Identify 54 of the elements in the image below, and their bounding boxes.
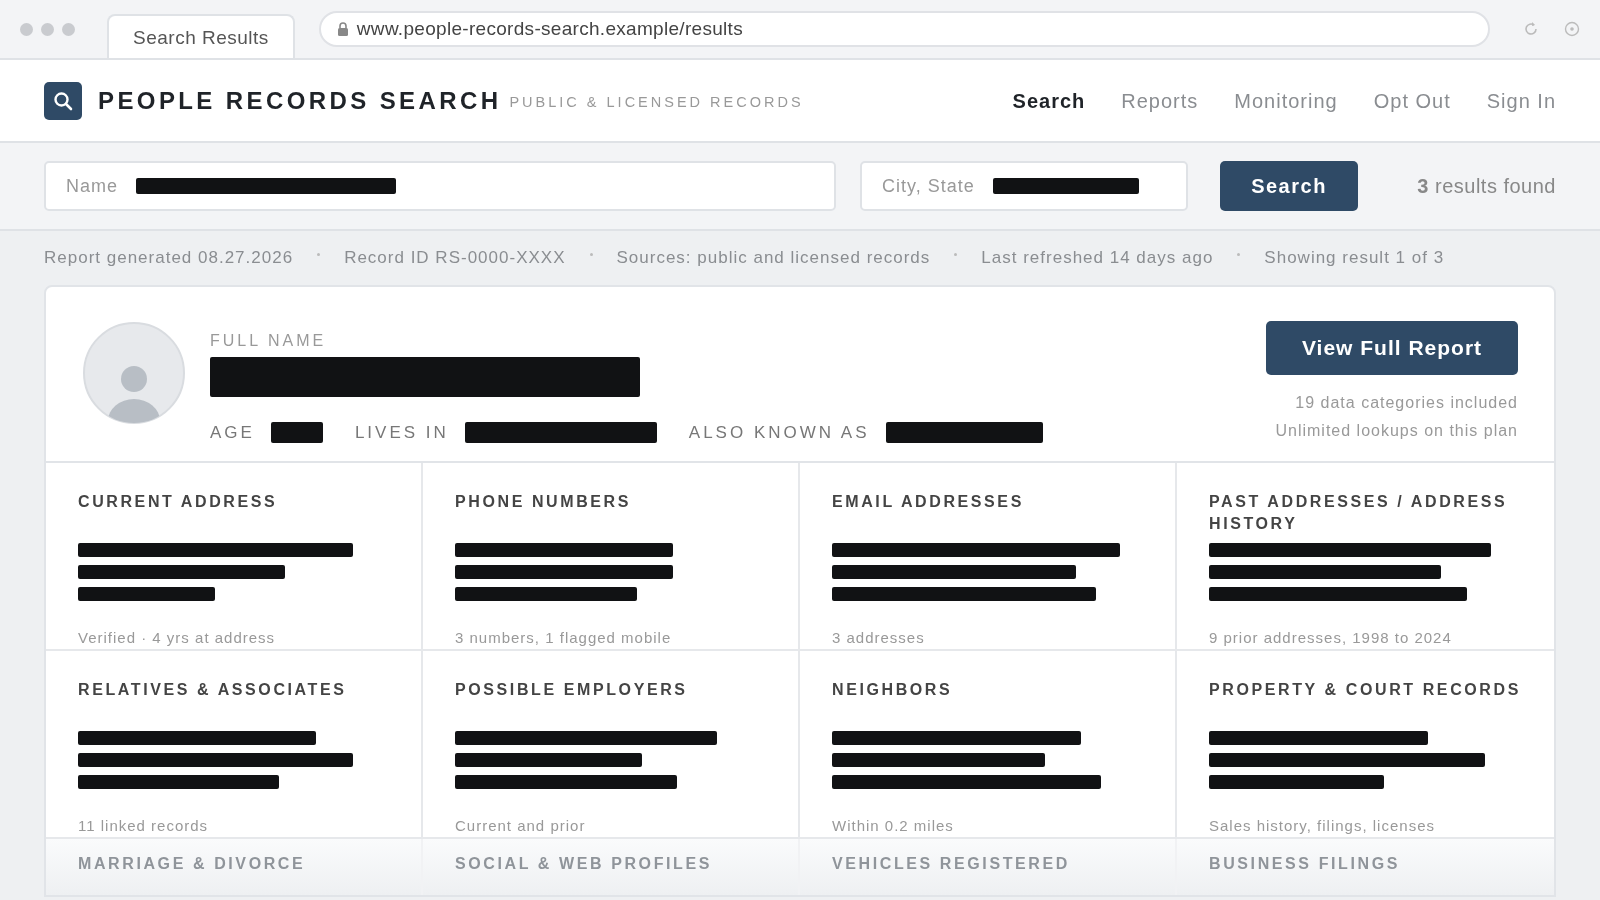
category-note: 9 prior addresses, 1998 to 2024 [1209, 627, 1452, 648]
category-title: PHONE NUMBERS [455, 492, 633, 512]
meta-text: Record ID RS-0000-XXXX [344, 247, 566, 269]
meta-text: Report generated 08.27.2026 [44, 247, 294, 269]
category-title: VEHICLES REGISTERED [832, 854, 1071, 874]
input-field[interactable]: City, State [860, 161, 1188, 211]
reload-icon[interactable] [1522, 20, 1540, 38]
field-label: LIVES IN [353, 422, 449, 444]
field-label: ALSO KNOWN AS [687, 422, 870, 444]
category-title: NEIGHBORS [832, 680, 954, 700]
brand-tagline: PUBLIC & LICENSED RECORDS [509, 92, 804, 112]
nav-link-item[interactable]: Opt Out [1373, 85, 1451, 116]
address-bar[interactable]: www.people-records-search.example/results [318, 11, 1490, 47]
category-title: PROPERTY & COURT RECORDS [1209, 680, 1522, 700]
meta-text: Sources: public and licensed records [616, 247, 931, 269]
input-field[interactable]: Name [44, 161, 836, 211]
circle-icon[interactable] [1564, 21, 1580, 37]
category-note: Verified · 4 yrs at address [78, 627, 276, 648]
window-control-icon[interactable] [62, 22, 75, 36]
brand-title: PEOPLE RECORDS SEARCH [98, 85, 502, 116]
category-title: BUSINESS FILINGS [1209, 854, 1401, 874]
browser-tab[interactable]: Search Results [107, 13, 295, 58]
category-note: Current and prior [455, 815, 586, 836]
window-control-icon[interactable] [41, 22, 54, 36]
category-title: PAST ADDRESSES / ADDRESS HISTORY [1209, 492, 1509, 534]
category-title: RELATIVES & ASSOCIATES [78, 680, 348, 700]
redaction-bar [270, 422, 323, 444]
results-count: 3 results found [1417, 174, 1556, 199]
category-title: EMAIL ADDRESSES [832, 492, 1025, 512]
category-title: POSSIBLE EMPLOYERS [455, 680, 689, 700]
category-note: Sales history, filings, licenses [1209, 815, 1435, 836]
field-label: AGE [210, 422, 255, 444]
lock-icon [336, 22, 349, 36]
category-note: 3 numbers, 1 flagged mobile [455, 627, 672, 648]
meta-text: Showing result 1 of 3 [1264, 247, 1445, 269]
plan-note: 19 data categories included [1295, 393, 1518, 413]
plan-note: Unlimited lookups on this plan [1275, 421, 1518, 441]
search-logo-icon [44, 81, 82, 120]
category-note: 3 addresses [832, 627, 925, 648]
nav-link-item[interactable]: Reports [1121, 85, 1199, 116]
nav-link-item[interactable]: Search [1012, 85, 1086, 116]
category-note: 11 linked records [78, 815, 209, 836]
nav-link-item[interactable]: Sign In [1486, 85, 1556, 116]
view-report-button[interactable]: View Full Report [1266, 321, 1518, 375]
meta-text: Last refreshed 14 days ago [981, 247, 1214, 269]
window-control-icon[interactable] [20, 22, 33, 36]
category-title: MARRIAGE & DIVORCE [78, 854, 307, 874]
nav-link-item[interactable]: Monitoring [1234, 85, 1338, 116]
url-text: www.people-records-search.example/results [356, 16, 743, 41]
category-title: CURRENT ADDRESS [78, 492, 279, 512]
search-button[interactable]: Search [1220, 161, 1358, 211]
category-title: SOCIAL & WEB PROFILES [455, 854, 713, 874]
category-note: Within 0.2 miles [832, 815, 954, 836]
field-label: FULL NAME [210, 331, 328, 351]
